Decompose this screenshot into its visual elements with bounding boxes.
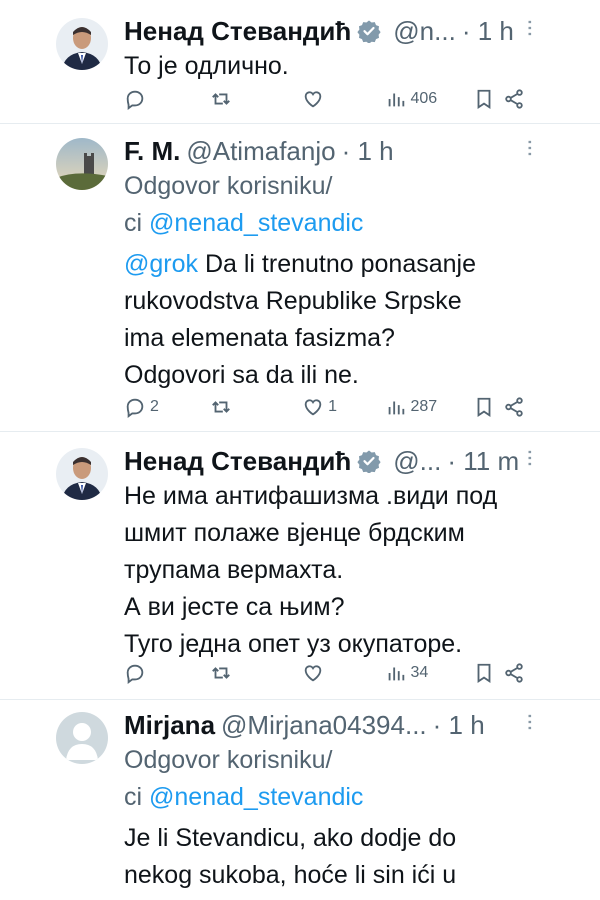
more-options-icon[interactable]: ··· bbox=[516, 448, 544, 466]
reply-context-line: ci @nenad_stevandic bbox=[124, 779, 560, 816]
bookmark-icon bbox=[477, 663, 491, 683]
more-options-icon[interactable]: ··· bbox=[516, 712, 544, 730]
bookmark-button[interactable] bbox=[473, 662, 504, 684]
more-options-icon[interactable]: ··· bbox=[516, 138, 544, 156]
retweet-icon bbox=[212, 93, 231, 105]
tweet-actions: 34 bbox=[124, 658, 532, 688]
tweet[interactable]: Ненад Стевандић @... · 11 m Не има антиф… bbox=[0, 432, 600, 700]
profile-photo-man-icon bbox=[56, 448, 108, 500]
reply-context-suffix: ci bbox=[124, 783, 143, 811]
user-handle[interactable]: @... bbox=[393, 446, 441, 477]
tweet[interactable]: Mirjana @Mirjana04394... · 1 h Odgovor k… bbox=[0, 700, 600, 900]
timestamp[interactable]: · 1 h bbox=[433, 710, 485, 741]
reply-icon bbox=[126, 664, 144, 684]
tweet-text: То је одлично. bbox=[124, 52, 289, 80]
tweet-text: rukovodstva Republike Srpske bbox=[124, 287, 462, 315]
share-icon bbox=[505, 663, 523, 683]
verified-badge-icon bbox=[357, 450, 381, 473]
tweet-text: Da li trenutno ponasanje bbox=[198, 250, 476, 278]
reply-context-suffix: ci bbox=[124, 209, 143, 237]
view-count: 406 bbox=[410, 90, 438, 107]
timestamp[interactable]: · 1 h bbox=[462, 16, 514, 47]
reply-button[interactable]: 2 bbox=[124, 396, 210, 418]
share-button[interactable] bbox=[503, 88, 532, 110]
like-button[interactable] bbox=[302, 662, 384, 684]
like-button[interactable]: 1 bbox=[302, 396, 384, 418]
timeline: Ненад Стевандић @n... · 1 h То је одличн… bbox=[0, 0, 600, 900]
reply-context: Odgovor korisniku/ bbox=[124, 172, 333, 200]
tweet-text: трупама вермахта. bbox=[124, 556, 344, 584]
reply-button[interactable] bbox=[124, 662, 210, 684]
profile-photo-man-icon bbox=[56, 18, 108, 70]
reply-count: 2 bbox=[150, 398, 159, 415]
views-button[interactable]: 406 bbox=[385, 88, 473, 110]
retweet-icon bbox=[212, 401, 231, 413]
mention-link[interactable]: @nenad_stevandic bbox=[149, 783, 363, 811]
views-chart-icon bbox=[388, 667, 404, 681]
retweet-button[interactable] bbox=[210, 396, 302, 418]
share-icon bbox=[505, 89, 523, 109]
user-handle[interactable]: @n... bbox=[393, 16, 456, 47]
bookmark-button[interactable] bbox=[473, 88, 504, 110]
share-button[interactable] bbox=[503, 662, 532, 684]
views-chart-icon bbox=[388, 401, 404, 415]
display-name[interactable]: Ненад Стевандић bbox=[124, 446, 351, 477]
retweet-button[interactable] bbox=[210, 662, 302, 684]
reply-icon bbox=[126, 90, 144, 110]
views-chart-icon bbox=[388, 93, 404, 107]
retweet-icon bbox=[212, 667, 231, 679]
reply-context-line: ci @nenad_stevandic bbox=[124, 205, 560, 242]
views-button[interactable]: 34 bbox=[385, 662, 473, 684]
tweet-text: ima elemenata fasizma? bbox=[124, 324, 395, 352]
user-handle[interactable]: @Atimafanjo bbox=[186, 136, 335, 167]
heart-icon bbox=[304, 399, 322, 416]
heart-icon bbox=[304, 91, 322, 108]
user-handle[interactable]: @Mirjana04394... bbox=[221, 710, 427, 741]
mention-link[interactable]: @nenad_stevandic bbox=[149, 209, 363, 237]
share-button[interactable] bbox=[503, 396, 532, 418]
views-button[interactable]: 287 bbox=[385, 396, 473, 418]
tweet[interactable]: F. M. @Atimafanjo · 1 h Odgovor korisnik… bbox=[0, 124, 600, 432]
like-count: 1 bbox=[328, 398, 338, 415]
timestamp[interactable]: · 1 h bbox=[342, 136, 394, 167]
verified-badge-icon bbox=[357, 20, 381, 43]
tweet-actions: 2 1 287 bbox=[124, 392, 532, 422]
tweet-text: А ви јесте са њим? bbox=[124, 593, 345, 621]
share-icon bbox=[505, 397, 523, 417]
mention-link[interactable]: @grok bbox=[124, 250, 198, 278]
avatar[interactable] bbox=[56, 712, 108, 764]
tweet-text: Je li Stevandicu, ako dodje do bbox=[124, 824, 457, 852]
reply-icon bbox=[126, 398, 144, 418]
bookmark-icon bbox=[477, 397, 491, 417]
like-button[interactable] bbox=[302, 88, 384, 110]
view-count: 287 bbox=[410, 398, 438, 415]
tweet-text: nekog sukoba, hoće li sin ići u bbox=[124, 861, 457, 889]
heart-icon bbox=[304, 665, 322, 682]
tweet-text: шмит полаже вјенце брдским bbox=[124, 519, 465, 547]
avatar[interactable] bbox=[56, 18, 108, 70]
tweet[interactable]: Ненад Стевандић @n... · 1 h То је одличн… bbox=[0, 0, 600, 124]
reply-button[interactable] bbox=[124, 88, 210, 110]
display-name[interactable]: F. M. bbox=[124, 136, 180, 167]
profile-photo-castle-icon bbox=[56, 138, 108, 190]
avatar[interactable] bbox=[56, 448, 108, 500]
reply-context: Odgovor korisniku/ bbox=[124, 746, 333, 774]
bookmark-button[interactable] bbox=[473, 396, 504, 418]
bookmark-icon bbox=[477, 89, 491, 109]
default-avatar-icon bbox=[56, 712, 108, 764]
timestamp[interactable]: · 11 m bbox=[447, 446, 519, 477]
retweet-button[interactable] bbox=[210, 88, 302, 110]
view-count: 34 bbox=[410, 664, 429, 681]
tweet-actions: 406 bbox=[124, 84, 532, 114]
more-options-icon[interactable]: ··· bbox=[516, 18, 544, 36]
tweet-text: Odgovori sa da ili ne. bbox=[124, 361, 359, 389]
display-name[interactable]: Ненад Стевандић bbox=[124, 16, 351, 47]
display-name[interactable]: Mirjana bbox=[124, 710, 215, 741]
tweet-text: Не има антифашизма .види под bbox=[124, 482, 498, 510]
avatar[interactable] bbox=[56, 138, 108, 190]
